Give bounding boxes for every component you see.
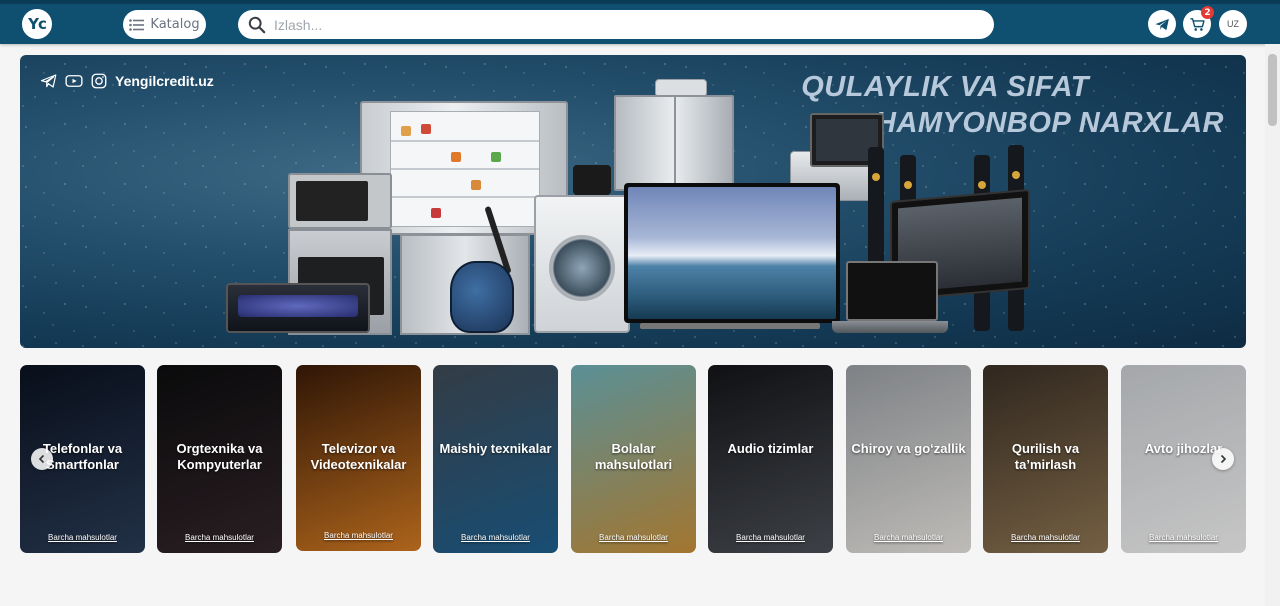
category-title: Orgtexnika va Kompyuterlar: [176, 441, 263, 472]
page-scrollbar[interactable]: [1265, 44, 1280, 606]
headline-line-1: QULAYLIK VA SIFAT: [801, 71, 1089, 103]
cart-count-badge: 2: [1201, 6, 1214, 19]
category-link[interactable]: Barcha mahsulotlar: [157, 533, 282, 542]
carousel-next-button[interactable]: [1212, 448, 1234, 470]
category-link[interactable]: Barcha mahsulotlar: [983, 533, 1108, 542]
category-title: Audio tizimlar: [727, 441, 814, 456]
steel-fridge-image: [614, 95, 734, 191]
category-link[interactable]: Barcha mahsulotlar: [571, 533, 696, 542]
chevron-right-icon: [1220, 454, 1227, 464]
category-link[interactable]: Barcha mahsulotlar: [433, 533, 558, 542]
chevron-left-icon: [38, 454, 45, 464]
cart-button[interactable]: 2: [1183, 6, 1214, 38]
category-card-computers[interactable]: Orgtexnika va Kompyuterlar Barcha mahsul…: [157, 365, 282, 553]
tv-stand: [640, 323, 820, 329]
category-card-audio[interactable]: Audio tizimlar Barcha mahsulotlar: [708, 365, 833, 553]
youtube-icon[interactable]: [65, 72, 83, 90]
language-label: UZ: [1227, 19, 1239, 29]
katalog-label: Katalog: [150, 17, 200, 32]
site-logo[interactable]: Yc: [20, 7, 54, 41]
category-card-beauty[interactable]: Chiroy va go‘zallik Barcha mahsulotlar: [846, 365, 971, 553]
category-link[interactable]: Barcha mahsulotlar: [20, 533, 145, 542]
language-button[interactable]: UZ: [1219, 10, 1247, 38]
katalog-button[interactable]: Katalog: [123, 10, 206, 39]
laptop-image: [846, 261, 938, 321]
search-input[interactable]: [274, 16, 974, 33]
category-card-appliances[interactable]: Maishiy texnikalar Barcha mahsulotlar: [433, 365, 558, 553]
carousel-prev-button[interactable]: [31, 448, 53, 470]
camera-image: [573, 165, 611, 195]
telegram-button[interactable]: [1148, 10, 1176, 38]
microwave-image: [288, 173, 392, 229]
category-link[interactable]: Barcha mahsulotlar: [296, 531, 421, 540]
washing-machine-image: [534, 195, 630, 333]
telegram-icon: [1154, 18, 1169, 30]
category-link[interactable]: Barcha mahsulotlar: [846, 533, 971, 542]
category-link[interactable]: Barcha mahsulotlar: [708, 533, 833, 542]
banner-site-label: Yengilcredit.uz: [115, 73, 214, 89]
category-title: Qurilish va ta’mirlash: [1011, 441, 1080, 472]
laptop-base: [832, 321, 948, 333]
top-header: Yc Katalog 2 UZ: [0, 0, 1280, 44]
category-card-construction[interactable]: Qurilish va ta’mirlash Barcha mahsulotla…: [983, 365, 1108, 553]
vacuum-cleaner-image: [450, 261, 514, 333]
telegram-icon[interactable]: [40, 72, 58, 90]
category-link[interactable]: Barcha mahsulotlar: [1121, 533, 1246, 542]
logo-text: Yc: [28, 15, 47, 33]
promo-banner[interactable]: Yengilcredit.uz QULAYLIK VA SIFAT HAMYON…: [20, 55, 1246, 348]
category-title: Televizor va Videotexnikalar: [310, 441, 407, 472]
scrollbar-thumb[interactable]: [1268, 54, 1277, 126]
category-title: Bolalar mahsulotlari: [594, 441, 673, 472]
air-conditioner-image: [226, 283, 370, 333]
category-title: Maishiy texnikalar: [439, 441, 552, 456]
search-icon: [248, 16, 266, 33]
category-card-tv[interactable]: Televizor va Videotexnikalar Barcha mahs…: [296, 365, 421, 551]
search-bar[interactable]: [238, 10, 994, 39]
instagram-icon[interactable]: [90, 72, 108, 90]
curved-tv-image: [624, 183, 840, 323]
cart-icon: [1189, 17, 1205, 31]
category-carousel: Telefonlar va Smartfonlar Barcha mahsulo…: [20, 365, 1246, 553]
banner-social-links: Yengilcredit.uz: [40, 72, 214, 90]
category-title: Chiroy va go‘zallik: [851, 441, 966, 456]
list-icon: [129, 18, 145, 31]
category-card-kids[interactable]: Bolalar mahsulotlari Barcha mahsulotlar: [571, 365, 696, 553]
